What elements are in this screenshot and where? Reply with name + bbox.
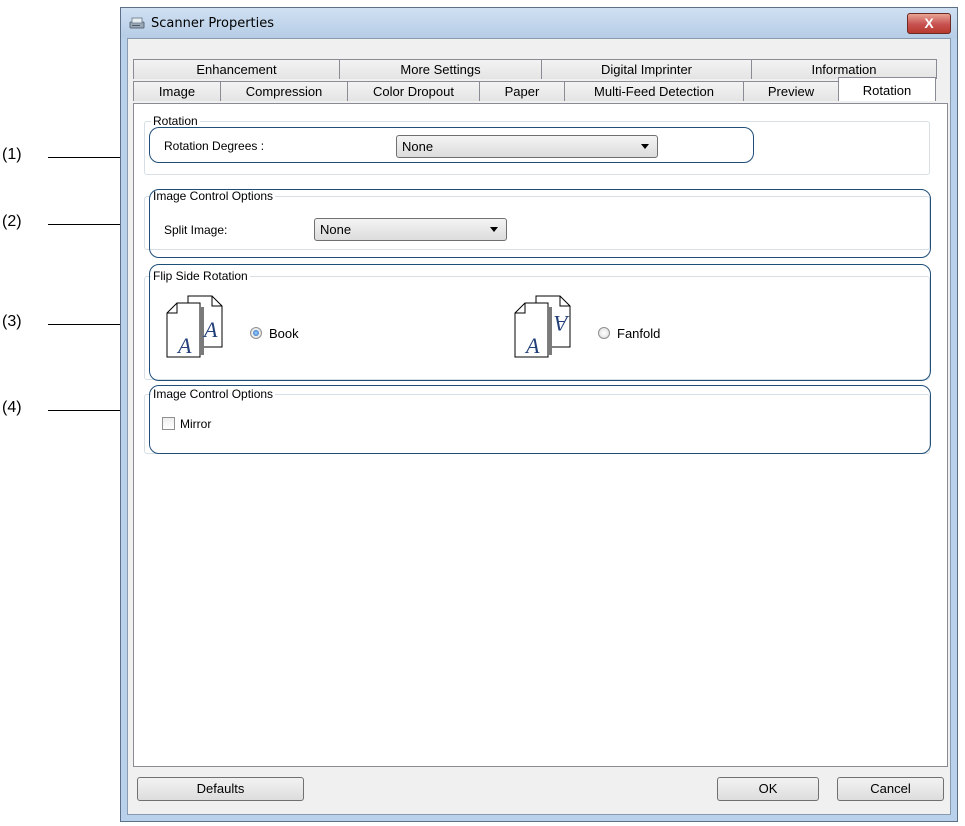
- split-image-select[interactable]: None: [314, 218, 507, 241]
- tab-digital-imprinter[interactable]: Digital Imprinter: [541, 59, 752, 79]
- rotation-tab-panel: Rotation Rotation Degrees : None Image C…: [133, 103, 948, 767]
- tab-rotation[interactable]: Rotation: [838, 77, 936, 101]
- fanfold-radio[interactable]: [598, 327, 610, 339]
- cancel-button[interactable]: Cancel: [837, 777, 944, 801]
- book-back-glyph: A: [202, 317, 218, 342]
- rotation-degrees-select[interactable]: None: [396, 135, 658, 158]
- tab-multi-feed-detection[interactable]: Multi-Feed Detection: [564, 81, 744, 101]
- rotation-group-title: Rotation: [151, 114, 200, 128]
- callout-2: (2): [2, 213, 22, 230]
- callout-1: (1): [2, 146, 22, 163]
- scanner-icon: [129, 17, 145, 29]
- tab-more-settings[interactable]: More Settings: [339, 59, 542, 79]
- title-bar[interactable]: Scanner Properties X: [121, 8, 957, 38]
- chevron-down-icon: [490, 227, 498, 232]
- rotation-degrees-value: None: [402, 139, 434, 154]
- callout-3: (3): [2, 313, 22, 330]
- book-front-glyph: A: [176, 333, 192, 358]
- tab-image[interactable]: Image: [133, 81, 221, 101]
- split-image-label: Split Image:: [164, 223, 228, 237]
- tab-information[interactable]: Information: [751, 59, 937, 79]
- mirror-checkbox[interactable]: [162, 417, 175, 430]
- highlight-2: [149, 189, 931, 258]
- book-radio[interactable]: [250, 327, 262, 339]
- book-label: Book: [269, 326, 299, 341]
- window-title: Scanner Properties: [151, 16, 275, 31]
- split-image-value: None: [320, 222, 352, 237]
- tab-row-back: Enhancement More Settings Digital Imprin…: [133, 59, 937, 79]
- rotation-degrees-label: Rotation Degrees :: [164, 139, 265, 153]
- defaults-button[interactable]: Defaults: [137, 777, 304, 801]
- tab-preview[interactable]: Preview: [743, 81, 839, 101]
- tab-row-front: Image Compression Color Dropout Paper Mu…: [133, 77, 936, 101]
- close-button[interactable]: X: [907, 13, 951, 34]
- book-pages-icon: A A: [166, 295, 223, 358]
- tab-color-dropout[interactable]: Color Dropout: [347, 81, 480, 101]
- mirror-label: Mirror: [180, 417, 212, 431]
- highlight-4: [149, 385, 931, 454]
- fanfold-front-glyph: A: [524, 333, 540, 358]
- chevron-down-icon: [641, 144, 649, 149]
- callout-4: (4): [2, 399, 22, 416]
- ok-button[interactable]: OK: [717, 777, 819, 801]
- scanner-properties-window: Scanner Properties X Enhancement More Se…: [120, 7, 958, 822]
- tab-enhancement[interactable]: Enhancement: [133, 59, 340, 79]
- tab-compression[interactable]: Compression: [220, 81, 348, 101]
- fanfold-back-glyph: A: [554, 311, 570, 336]
- tab-paper[interactable]: Paper: [479, 81, 565, 101]
- fanfold-label: Fanfold: [617, 326, 661, 341]
- dialog-client: Enhancement More Settings Digital Imprin…: [127, 38, 951, 815]
- fanfold-pages-icon: A A: [514, 295, 571, 358]
